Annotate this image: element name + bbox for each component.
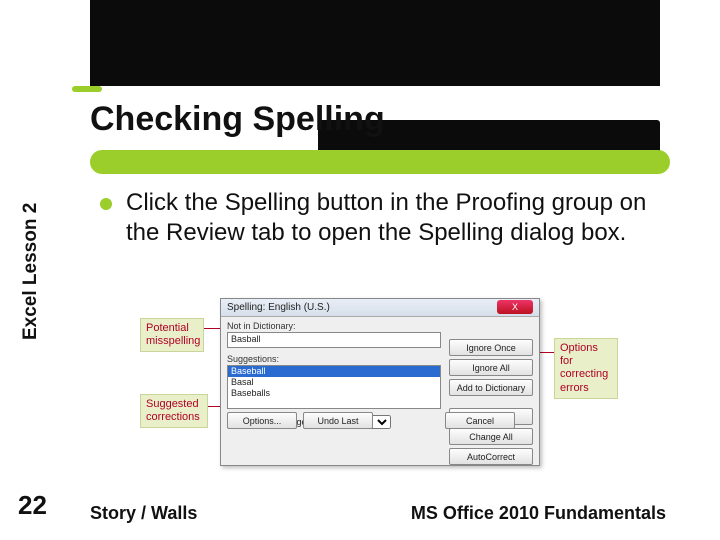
change-all-button[interactable]: Change All [449, 428, 533, 445]
slide: Checking Spelling Excel Lesson 2 22 Clic… [0, 0, 720, 540]
suggestions-list[interactable]: Baseball Basal Baseballs [227, 365, 441, 409]
list-item[interactable]: Basal [228, 377, 440, 388]
cancel-button[interactable]: Cancel [445, 412, 515, 429]
callout-suggested-corrections: Suggested corrections [140, 394, 208, 428]
dialog-right-buttons: Ignore Once Ignore All Add to Dictionary… [449, 339, 533, 465]
not-in-dictionary-field[interactable]: Basball [227, 332, 441, 348]
dialog-title-text: Spelling: English (U.S.) [227, 299, 330, 316]
options-button[interactable]: Options... [227, 412, 297, 429]
close-icon[interactable]: X [497, 300, 533, 314]
spelling-dialog-figure: Potential misspelling Suggested correcti… [140, 298, 630, 470]
bullet-icon [100, 198, 112, 210]
not-in-dictionary-label: Not in Dictionary: [227, 321, 533, 331]
list-item[interactable]: Baseball [228, 366, 440, 377]
ignore-once-button[interactable]: Ignore Once [449, 339, 533, 356]
callout-options-correcting: Options for correcting errors [554, 338, 618, 399]
list-item[interactable]: Baseballs [228, 388, 440, 399]
callout-line [204, 328, 220, 329]
slide-title: Checking Spelling [90, 100, 385, 139]
page-number: 22 [18, 490, 47, 521]
callout-line [540, 352, 554, 353]
dialog-body: Not in Dictionary: Basball Suggestions: … [221, 317, 539, 433]
bullet-text: Click the Spelling button in the Proofin… [126, 188, 660, 248]
callout-line [208, 406, 220, 407]
add-to-dictionary-button[interactable]: Add to Dictionary [449, 379, 533, 396]
bullet-item: Click the Spelling button in the Proofin… [100, 188, 660, 248]
dialog-titlebar: Spelling: English (U.S.) X [221, 299, 539, 317]
ignore-all-button[interactable]: Ignore All [449, 359, 533, 376]
decorative-green-stub [72, 86, 102, 92]
dialog-bottom-buttons: Options... Undo Last Cancel [227, 412, 515, 429]
callout-potential-misspelling: Potential misspelling [140, 318, 204, 352]
footer-left: Story / Walls [90, 503, 197, 524]
undo-last-button[interactable]: Undo Last [303, 412, 373, 429]
autocorrect-button[interactable]: AutoCorrect [449, 448, 533, 465]
decorative-top-bar [90, 0, 660, 86]
spelling-dialog: Spelling: English (U.S.) X Not in Dictio… [220, 298, 540, 466]
decorative-green-bar [90, 150, 670, 174]
sidebar-lesson-label: Excel Lesson 2 [20, 203, 42, 340]
footer-right: MS Office 2010 Fundamentals [411, 503, 666, 524]
